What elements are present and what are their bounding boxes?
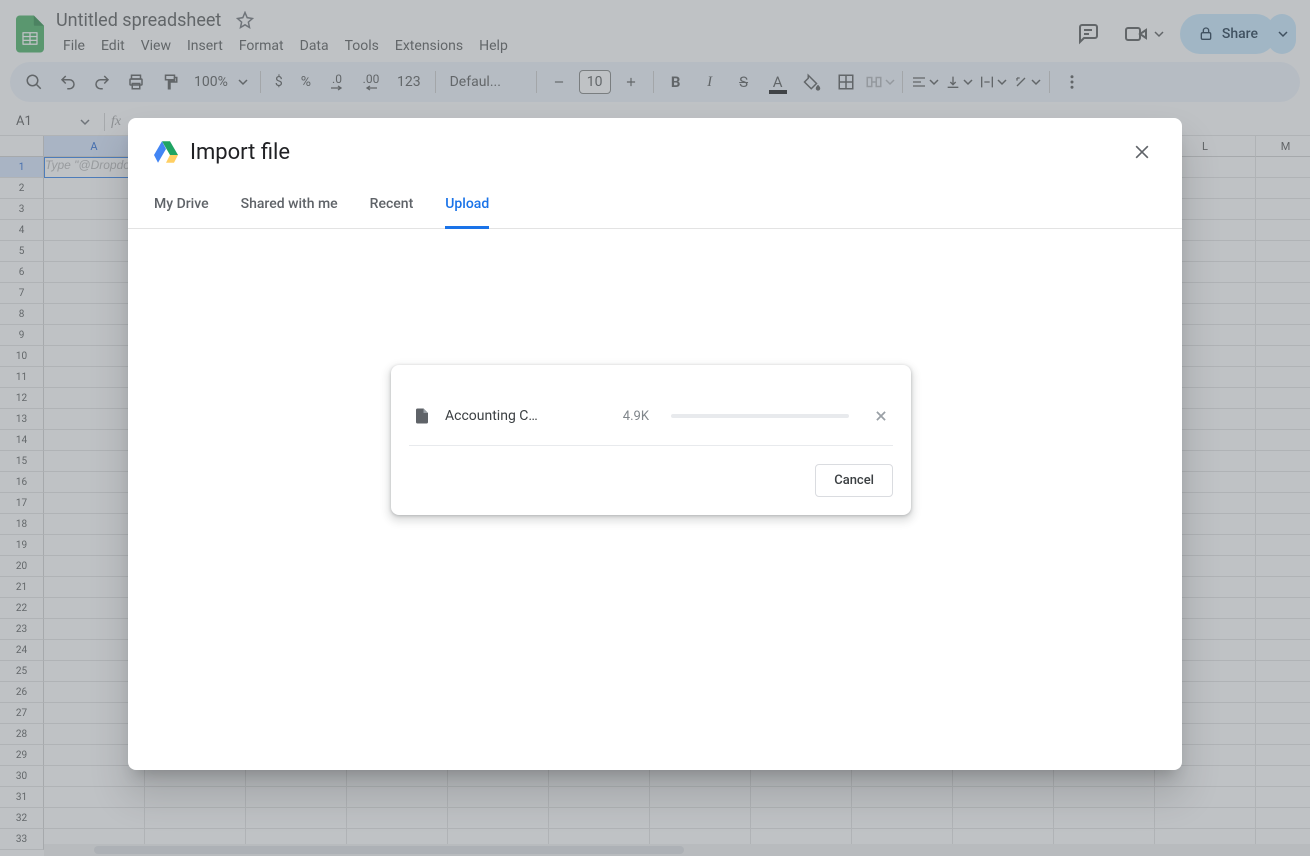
cancel-button[interactable]: Cancel (815, 464, 893, 497)
file-icon (413, 405, 431, 427)
tab-shared[interactable]: Shared with me (241, 186, 338, 228)
tab-recent[interactable]: Recent (370, 186, 414, 228)
upload-file-name: Accounting C… (445, 408, 545, 424)
drive-icon (154, 141, 178, 163)
upload-card: Accounting C… 4.9K Cancel (391, 365, 911, 515)
close-icon[interactable] (1126, 136, 1158, 168)
modal-scrim: Import file My Drive Shared with me Rece… (0, 0, 1310, 856)
upload-progress (671, 414, 849, 418)
upload-file-size: 4.9K (623, 409, 649, 424)
tab-upload[interactable]: Upload (445, 186, 489, 229)
remove-file-icon[interactable] (871, 406, 891, 426)
upload-file-row: Accounting C… 4.9K (409, 387, 893, 446)
dialog-title: Import file (190, 140, 290, 165)
dialog-tabs: My Drive Shared with me Recent Upload (128, 178, 1182, 229)
import-dialog: Import file My Drive Shared with me Rece… (128, 118, 1182, 770)
tab-my-drive[interactable]: My Drive (154, 186, 209, 228)
